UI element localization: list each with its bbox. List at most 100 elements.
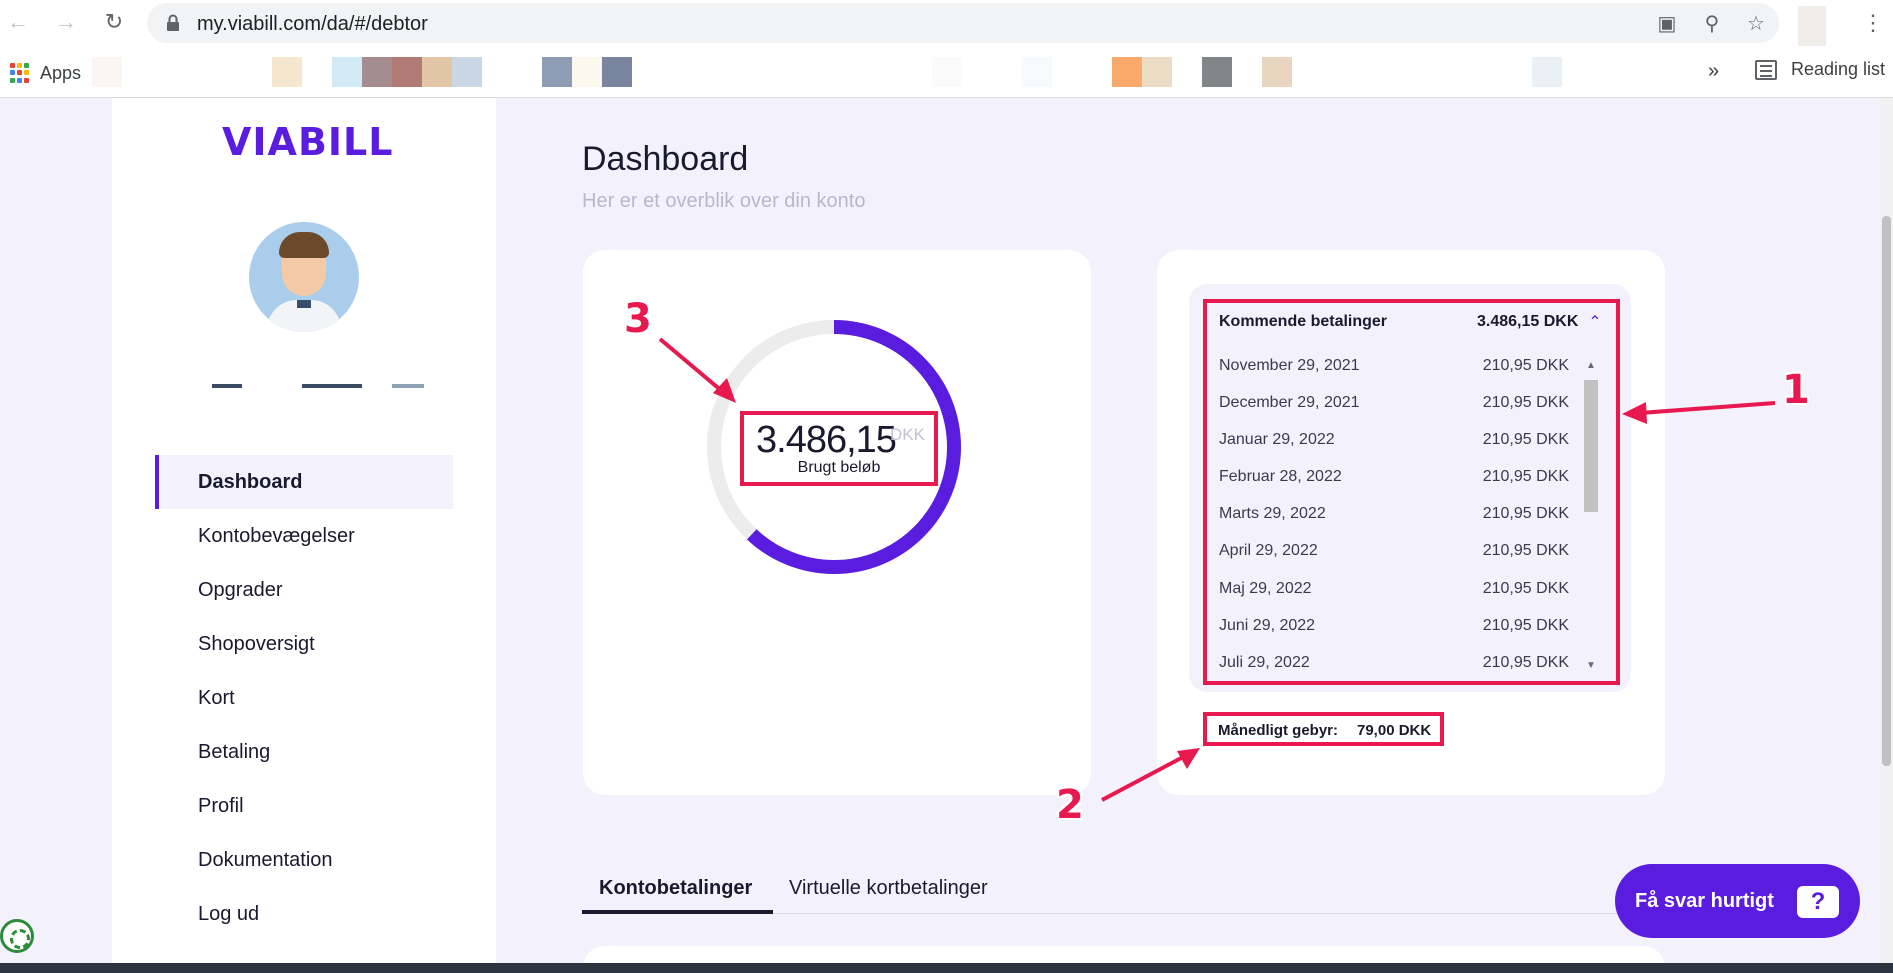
- apps-grid-icon: [10, 63, 30, 83]
- bookmark-item[interactable]: [362, 57, 392, 87]
- annotation-number-2: 2: [1056, 782, 1084, 828]
- bookmark-item[interactable]: [1532, 57, 1562, 87]
- avatar-collar: [297, 300, 311, 308]
- avatar[interactable]: [249, 222, 359, 332]
- payment-amount: 210,95 DKK: [1482, 431, 1569, 448]
- payment-row: Februar 28, 2022 210,95 DKK: [1219, 462, 1569, 492]
- sidebar-item-profil[interactable]: Profil: [155, 779, 453, 833]
- reload-icon[interactable]: ↻: [100, 8, 128, 36]
- user-name-redacted: [302, 384, 362, 388]
- payments-list-scrollbar[interactable]: ▲ ▼: [1582, 358, 1600, 674]
- help-chat-label: Få svar hurtigt: [1635, 890, 1774, 912]
- bookmark-item[interactable]: [1262, 57, 1292, 87]
- scroll-down-icon[interactable]: ▼: [1585, 660, 1597, 672]
- user-name-redacted: [392, 384, 424, 388]
- page-scrollbar-thumb[interactable]: [1882, 216, 1891, 766]
- sidebar-item-betaling[interactable]: Betaling: [155, 725, 453, 779]
- bookmark-item[interactable]: [92, 57, 122, 87]
- apps-shortcut[interactable]: Apps: [10, 62, 81, 84]
- sidebar: VIABILL Dashboard Kontobevægelser Opgrad…: [112, 98, 496, 963]
- bookmark-item[interactable]: [272, 57, 302, 87]
- chevron-up-icon[interactable]: ⌃: [1586, 314, 1604, 332]
- sidebar-item-dokumentation[interactable]: Dokumentation: [155, 833, 453, 887]
- payment-row: April 29, 2022 210,95 DKK: [1219, 536, 1569, 566]
- user-name-redacted: [212, 384, 242, 388]
- payment-date: Februar 28, 2022: [1219, 468, 1342, 485]
- payment-row: Marts 29, 2022 210,95 DKK: [1219, 499, 1569, 529]
- payment-row: Maj 29, 2022 210,95 DKK: [1219, 574, 1569, 604]
- more-bookmarks-button[interactable]: »: [1708, 60, 1719, 83]
- help-chat-button[interactable]: Få svar hurtigt ?: [1615, 864, 1860, 938]
- reading-list-icon: [1755, 59, 1777, 80]
- payment-amount: 210,95 DKK: [1482, 357, 1569, 374]
- reading-list-label: Reading list: [1791, 59, 1886, 79]
- bookmark-item[interactable]: [602, 57, 632, 87]
- os-taskbar: [0, 963, 1893, 973]
- annotation-number-3: 3: [624, 296, 652, 342]
- bookmark-item[interactable]: [1202, 57, 1232, 87]
- sidebar-item-opgrader[interactable]: Opgrader: [155, 563, 453, 617]
- viabill-logo[interactable]: VIABILL: [222, 120, 394, 164]
- bookmark-item[interactable]: [572, 57, 602, 87]
- monthly-fee: Månedligt gebyr: 79,00 DKK: [1203, 712, 1444, 746]
- page-scrollbar[interactable]: [1880, 98, 1893, 963]
- apps-label: Apps: [40, 62, 82, 83]
- payment-amount: 210,95 DKK: [1482, 654, 1569, 671]
- bookmark-item[interactable]: [452, 57, 482, 87]
- monthly-fee-value: 79,00 DKK: [1357, 722, 1432, 739]
- payment-amount: 210,95 DKK: [1482, 505, 1569, 522]
- payment-date: Januar 29, 2022: [1219, 431, 1335, 448]
- payment-row: Juni 29, 2022 210,95 DKK: [1219, 611, 1569, 641]
- spent-currency: DKK: [890, 425, 925, 444]
- tab-kontobetalinger[interactable]: Kontobetalinger: [599, 877, 752, 900]
- bookmark-item[interactable]: [542, 57, 572, 87]
- payment-date: November 29, 2021: [1219, 357, 1360, 374]
- payment-date: Maj 29, 2022: [1219, 580, 1312, 597]
- payments-scrollbar-thumb[interactable]: [1584, 380, 1598, 512]
- scroll-up-icon[interactable]: ▲: [1585, 360, 1597, 372]
- zoom-icon[interactable]: ⚲: [1700, 12, 1724, 36]
- page-subtitle: Her er et overblik over din konto: [582, 190, 866, 212]
- payment-date: Marts 29, 2022: [1219, 505, 1326, 522]
- bookmark-item[interactable]: [332, 57, 362, 87]
- back-icon[interactable]: ←: [4, 8, 32, 36]
- sidebar-menu: Dashboard Kontobevægelser Opgrader Shopo…: [155, 455, 453, 941]
- payment-date: Juli 29, 2022: [1219, 654, 1310, 671]
- question-icon: ?: [1797, 886, 1839, 918]
- profile-avatar[interactable]: [1798, 6, 1826, 46]
- payment-row: Juli 29, 2022 210,95 DKK: [1219, 648, 1569, 678]
- lock-icon: [167, 14, 179, 31]
- sidebar-item-dashboard[interactable]: Dashboard: [155, 455, 453, 509]
- payment-amount: 210,95 DKK: [1482, 580, 1569, 597]
- bookmark-star-icon[interactable]: ☆: [1744, 12, 1768, 36]
- translate-icon[interactable]: ▣: [1655, 12, 1679, 36]
- bookmark-item[interactable]: [1022, 57, 1052, 87]
- payment-date: Juni 29, 2022: [1219, 617, 1316, 634]
- page-title: Dashboard: [582, 140, 749, 178]
- spent-amount: 3.486,15: [756, 419, 897, 461]
- tab-virtuelle-kortbetalinger[interactable]: Virtuelle kortbetalinger: [789, 877, 988, 900]
- forward-icon[interactable]: →: [52, 8, 80, 36]
- bookmark-item[interactable]: [932, 57, 962, 87]
- menu-kebab-icon[interactable]: ⋮: [1862, 10, 1884, 36]
- bookmark-item[interactable]: [1142, 57, 1172, 87]
- avatar-hair: [279, 232, 329, 258]
- payment-amount: 210,95 DKK: [1482, 468, 1569, 485]
- cookie-settings-icon[interactable]: [0, 919, 34, 953]
- sidebar-item-shopoversigt[interactable]: Shopoversigt: [155, 617, 453, 671]
- sidebar-item-kort[interactable]: Kort: [155, 671, 453, 725]
- sidebar-item-log-ud[interactable]: Log ud: [155, 887, 453, 941]
- payment-amount: 210,95 DKK: [1482, 394, 1569, 411]
- bookmark-item[interactable]: [392, 57, 422, 87]
- sidebar-item-kontobevaegelser[interactable]: Kontobevægelser: [155, 509, 453, 563]
- upcoming-payments-total: 3.486,15 DKK: [1477, 313, 1579, 330]
- bookmark-item[interactable]: [1112, 57, 1142, 87]
- spent-label: Brugt beløb: [797, 459, 881, 476]
- annotation-number-1: 1: [1782, 367, 1810, 413]
- payment-row: November 29, 2021 210,95 DKK: [1219, 351, 1569, 381]
- address-bar[interactable]: my.viabill.com/da/#/debtor ▣ ⚲ ☆: [147, 3, 1779, 43]
- spent-card: 3.486,15 DKK Brugt beløb: [583, 250, 1091, 795]
- active-tab-underline: [582, 910, 773, 914]
- bookmark-item[interactable]: [422, 57, 452, 87]
- reading-list-button[interactable]: Reading list: [1755, 59, 1885, 80]
